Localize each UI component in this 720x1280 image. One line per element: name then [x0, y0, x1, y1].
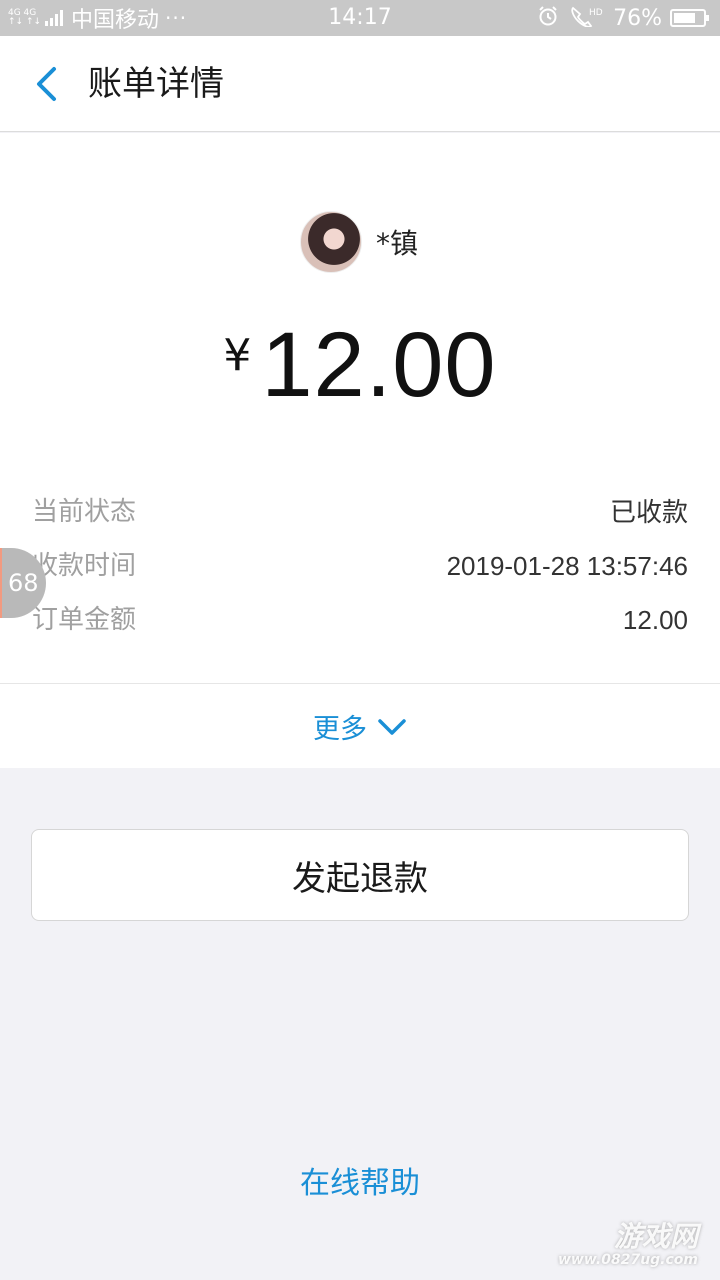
amount-value: 12.00 — [261, 314, 497, 416]
amount-display: ¥12.00 — [0, 313, 720, 418]
online-help-link[interactable]: 在线帮助 — [0, 1158, 720, 1202]
detail-row-time: 收款时间 2019-01-28 13:57:46 — [0, 539, 720, 593]
alarm-icon — [537, 5, 559, 32]
more-toggle[interactable]: 更多 — [0, 685, 720, 768]
page-title: 账单详情 — [88, 64, 224, 104]
watermark-logo: 游戏网 www.0827ug.com — [558, 1220, 698, 1269]
detail-value: 2019-01-28 13:57:46 — [446, 551, 688, 581]
app-header: 账单详情 — [0, 36, 720, 132]
back-button[interactable] — [22, 60, 70, 108]
detail-label: 订单金额 — [32, 605, 137, 635]
chevron-down-icon — [378, 718, 406, 735]
detail-value: 已收款 — [609, 497, 688, 527]
detail-label: 当前状态 — [32, 497, 137, 527]
hd-call-icon: HD — [569, 5, 603, 32]
detail-value: 12.00 — [622, 605, 688, 635]
avatar — [300, 211, 362, 273]
battery-fill — [674, 13, 696, 23]
battery-percent: 76% — [613, 5, 662, 31]
detail-label: 收款时间 — [32, 551, 137, 581]
status-right: HD 76% — [537, 0, 709, 36]
detail-row-amount: 订单金额 12.00 — [0, 593, 720, 647]
svg-text:HD: HD — [589, 8, 603, 18]
watermark-url: www.0827ug.com — [558, 1252, 698, 1268]
payer-name: *镇 — [376, 227, 419, 260]
payer-info: *镇 — [300, 211, 418, 273]
refund-button[interactable]: 发起退款 — [31, 829, 689, 921]
divider — [0, 683, 720, 684]
bill-card: *镇 ¥12.00 当前状态 已收款 收款时间 2019-01-28 13:57… — [0, 133, 720, 768]
detail-list: 当前状态 已收款 收款时间 2019-01-28 13:57:46 订单金额 1… — [0, 485, 720, 647]
chevron-left-icon — [37, 67, 56, 101]
currency-symbol: ¥ — [223, 330, 252, 381]
more-label: 更多 — [313, 714, 367, 745]
detail-row-status: 当前状态 已收款 — [0, 485, 720, 539]
watermark-text: 游戏网 — [613, 1220, 698, 1253]
status-bar: 4G 4G ↑↓ ↑↓ 中国移动 ··· 14:17 HD 76% — [0, 0, 720, 36]
battery-icon — [670, 9, 709, 27]
